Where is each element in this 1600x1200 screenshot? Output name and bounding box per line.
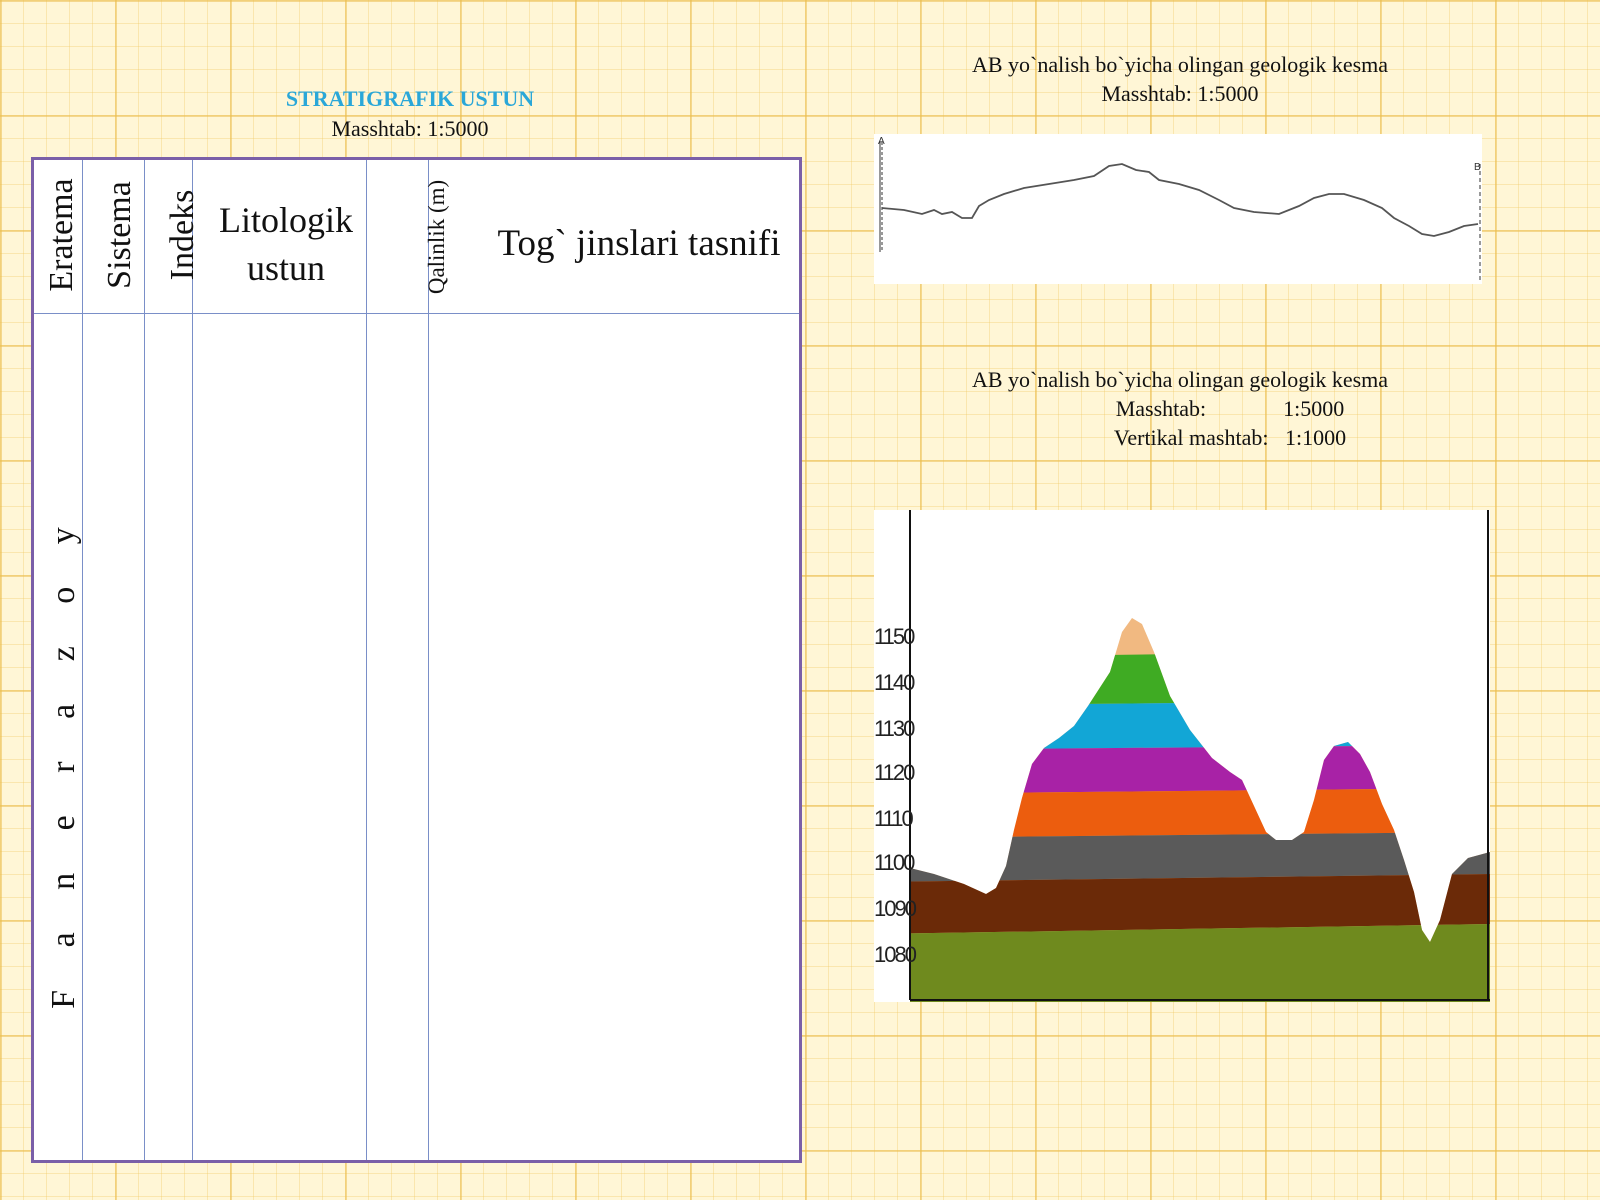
topographic-profile-svg: A B	[878, 136, 1481, 282]
tick-1140: 1140	[874, 670, 915, 695]
tick-1130: 1130	[874, 716, 915, 741]
topographic-profile: A B	[874, 134, 1482, 284]
profile-label-b: B	[1474, 162, 1481, 173]
header-tog-jinslari-tasnifi: Tog` jinslari tasnifi	[497, 223, 781, 264]
layer-2	[910, 874, 1490, 934]
geologic-section: 1150 1140 1130 1120 1110 1100 1090 1080	[874, 510, 1490, 1002]
profile-label-a: A	[878, 136, 885, 147]
geologic-section-svg: 1150 1140 1130 1120 1110 1100 1090 1080	[874, 510, 1490, 1002]
tick-1100: 1100	[874, 850, 915, 875]
tick-1110: 1110	[874, 806, 913, 831]
header-litologik-ustun: Litologik ustun	[219, 200, 353, 288]
header-sistema: Sistema	[101, 181, 138, 289]
layer-7	[910, 650, 1490, 706]
profile-scale: Masshtab: 1:5000	[1101, 81, 1259, 106]
layer-6	[910, 700, 1490, 750]
column-divider	[366, 160, 367, 1160]
profile-title: AB yo`nalish bo`yicha olingan geologik k…	[971, 52, 1389, 77]
tick-1150: 1150	[874, 624, 915, 649]
layer-1	[910, 924, 1490, 1002]
layer-3	[910, 832, 1490, 882]
strata-layers	[910, 618, 1490, 1002]
column-divider	[192, 160, 193, 1160]
tick-1090: 1090	[874, 896, 917, 921]
section-vertical-scale: Vertikal mashtab: 1:1000	[1113, 425, 1347, 450]
tick-1080: 1080	[874, 942, 917, 967]
profile-line	[881, 163, 1479, 237]
tick-1120: 1120	[874, 760, 915, 785]
header-divider	[34, 313, 799, 314]
layer-4	[910, 788, 1490, 838]
header-eratema: Eratema	[43, 178, 80, 292]
section-title: AB yo`nalish bo`yicha olingan geologik k…	[971, 367, 1389, 392]
era-value-fanerazoy: F a n e r a z o y	[45, 515, 82, 1009]
strat-column-scale: Masshtab: 1:5000	[331, 116, 489, 141]
strat-column-table: Eratema Sistema Indeks Litologik ustun Q…	[31, 157, 802, 1163]
strat-column-title: STRATIGRAFIK USTUN	[285, 86, 535, 111]
column-divider	[428, 160, 429, 1160]
section-horizontal-scale: Masshtab: 1:5000	[1115, 396, 1345, 421]
column-divider	[144, 160, 145, 1160]
layer-5	[910, 745, 1490, 794]
